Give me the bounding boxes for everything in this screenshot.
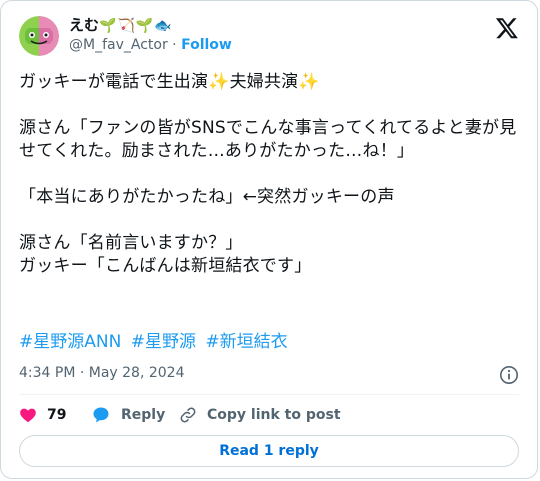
read-replies-button[interactable]: Read 1 reply [19,435,519,467]
display-name[interactable]: えむ🌱🏹🌱🐟 [69,15,232,36]
info-icon[interactable] [499,365,519,385]
reply-label: Reply [121,407,166,423]
separator: · [172,37,177,53]
display-name-emoji: 🌱🏹🌱🐟 [99,18,173,34]
avatar[interactable] [19,16,59,56]
like-button[interactable]: 79 [19,405,66,425]
hashtag-link[interactable]: #星野源 [131,332,196,352]
hashtags: #星野源ANN #星野源 #新垣結衣 [19,331,292,354]
handle-row: @M_fav_Actor · Follow [69,36,232,54]
copy-link-button[interactable]: Copy link to post [179,405,341,425]
hashtag-link[interactable]: #星野源ANN [19,332,121,352]
timestamp[interactable]: 4:34 PM · May 28, 2024 [19,365,185,381]
copy-link-label: Copy link to post [207,407,341,423]
heart-icon [20,408,36,423]
like-count: 79 [47,407,67,423]
link-icon [180,407,196,423]
tweet-text: ガッキーが電話で生出演✨夫婦共演✨ 源さん「ファンの皆がSNSでこんな事言ってく… [19,72,517,276]
hashtag-link[interactable]: #新垣結衣 [205,332,287,352]
action-bar: 79 Reply Copy link to post [19,405,519,425]
reply-bubble-icon [93,407,109,423]
divider [19,394,519,395]
follow-button[interactable]: Follow [181,37,232,53]
handle[interactable]: @M_fav_Actor [69,37,168,53]
x-logo-icon[interactable] [495,16,519,40]
display-name-text: えむ [69,16,100,34]
tweet-card: えむ🌱🏹🌱🐟 @M_fav_Actor · Follow ガッキーが電話で生出演… [0,0,538,479]
reply-button[interactable]: Reply [91,405,165,425]
author-names: えむ🌱🏹🌱🐟 @M_fav_Actor · Follow [69,15,232,54]
tweet-header: えむ🌱🏹🌱🐟 @M_fav_Actor · Follow [19,14,523,58]
